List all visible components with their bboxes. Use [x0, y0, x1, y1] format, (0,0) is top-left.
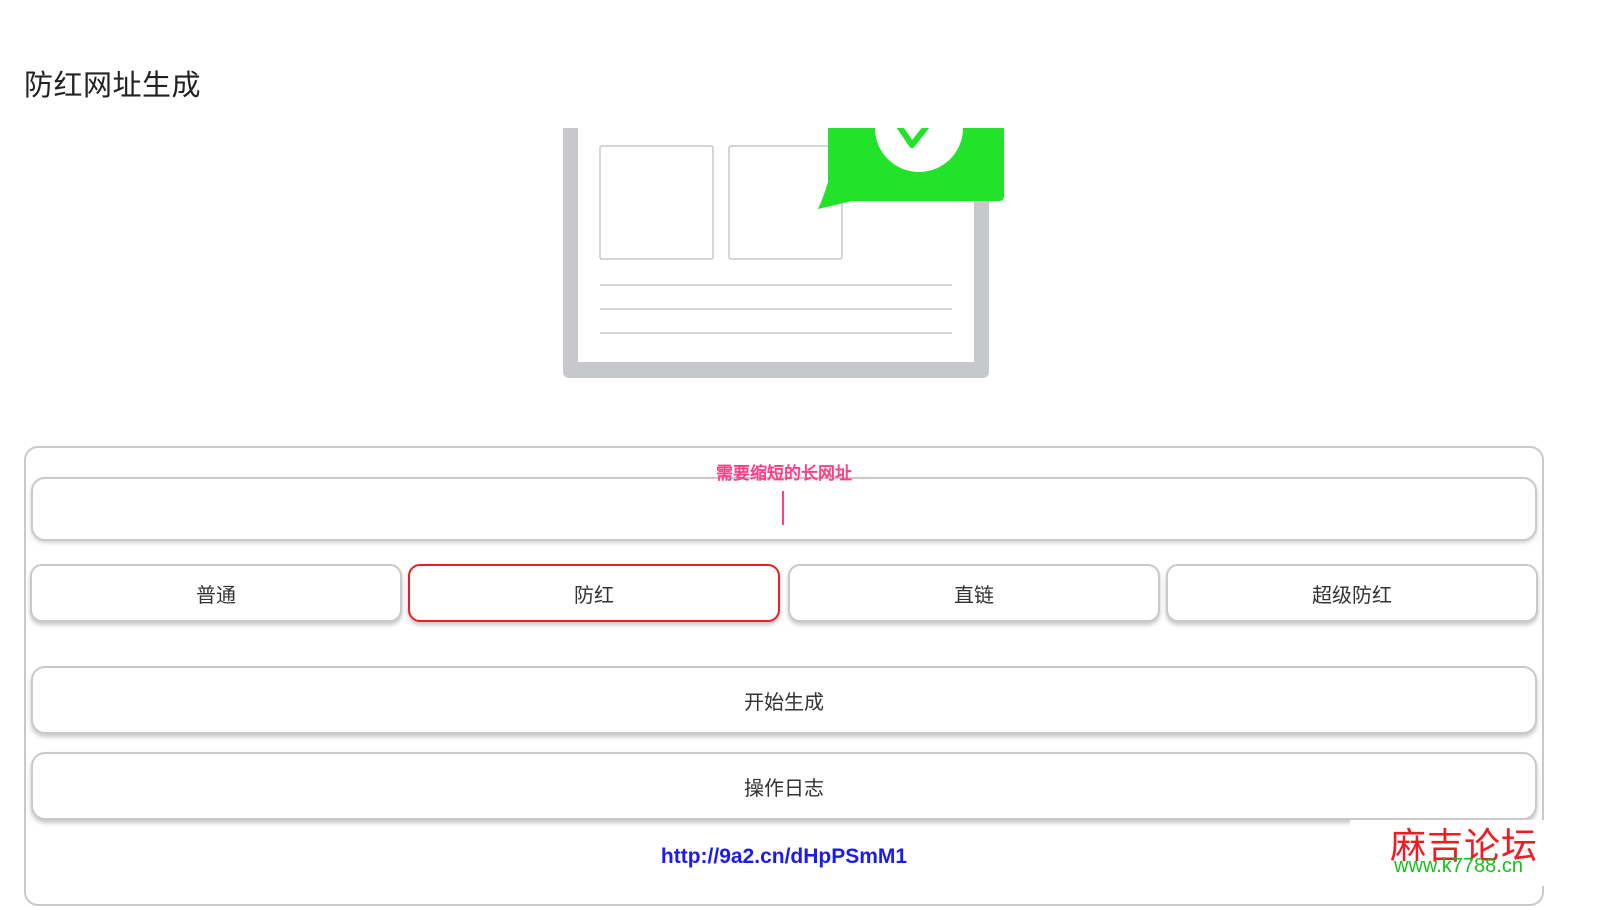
mode-normal-button[interactable]: 普通 — [30, 564, 402, 622]
forum-watermark: 麻吉论坛 www.k7788.cn — [1350, 820, 1550, 886]
illustration-thumb-1 — [599, 145, 714, 260]
check-bubble-icon — [818, 84, 1004, 209]
mode-super-anti-block-button[interactable]: 超级防红 — [1166, 564, 1538, 622]
page-title: 防红网址生成 — [24, 68, 202, 102]
long-url-input[interactable] — [31, 477, 1537, 541]
operation-log-button[interactable]: 操作日志 — [31, 752, 1537, 820]
text-caret — [782, 491, 784, 525]
link-illustration — [560, 84, 1010, 383]
generate-button[interactable]: 开始生成 — [31, 666, 1537, 734]
mode-direct-link-button[interactable]: 直链 — [788, 564, 1160, 622]
long-url-label: 需要缩短的长网址 — [716, 464, 852, 484]
mode-anti-block-button[interactable]: 防红 — [408, 564, 780, 622]
watermark-url: www.k7788.cn — [1394, 855, 1523, 877]
short-url-link[interactable]: http://9a2.cn/dHpPSmM1 — [0, 845, 1568, 869]
